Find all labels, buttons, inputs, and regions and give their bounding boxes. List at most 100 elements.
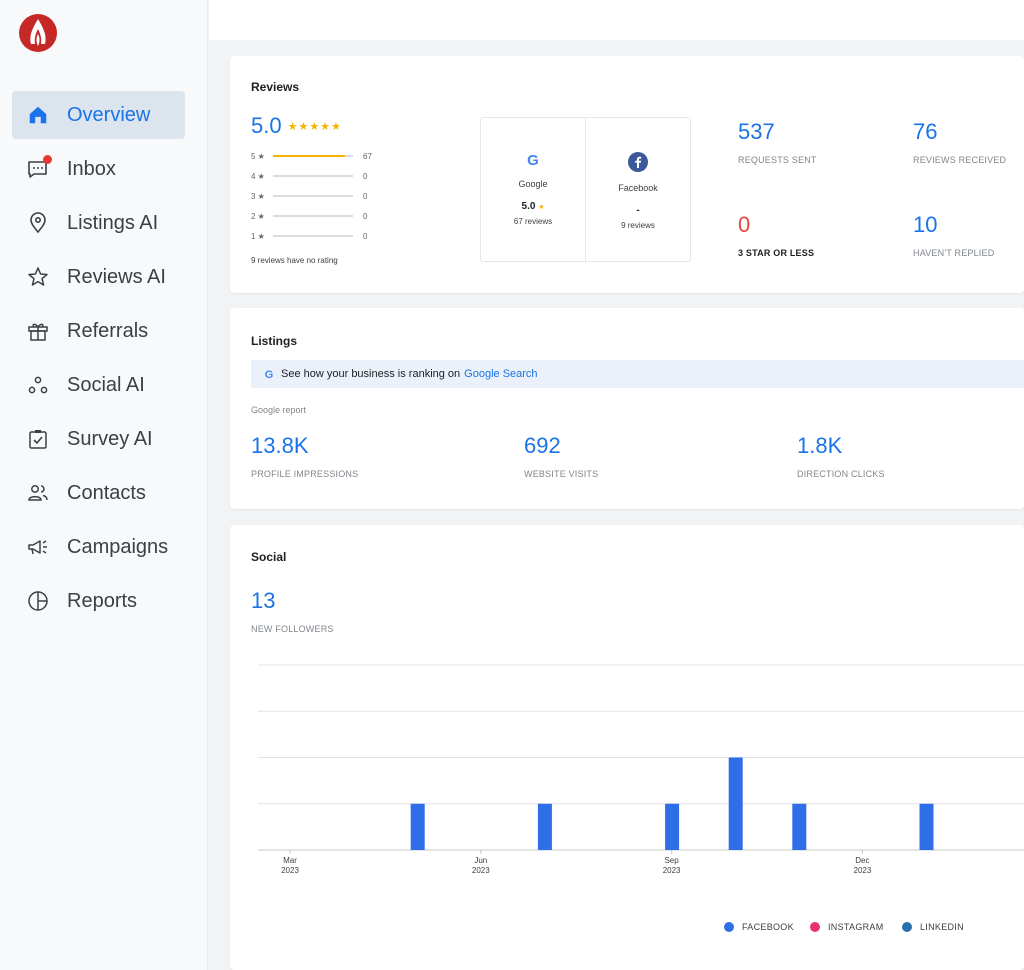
rating-distribution-row: 4 ★ 0: [251, 169, 367, 183]
stat-value: 13.8K: [251, 433, 309, 458]
legend-item-instagram[interactable]: INSTAGRAM: [810, 922, 884, 932]
rating-bar: [273, 215, 353, 217]
source-name: Google: [518, 179, 548, 189]
sidebar-item-contacts[interactable]: Contacts: [12, 469, 185, 517]
top-bar: [209, 0, 1024, 40]
sidebar-item-social-ai[interactable]: Social AI: [12, 361, 185, 409]
svg-text:G: G: [265, 369, 274, 380]
stat-caption: WEBSITE VISITS: [524, 469, 599, 479]
brand-logo[interactable]: [16, 12, 62, 54]
stat-three-star-or-less[interactable]: 0 3 STAR OR LESS: [738, 212, 814, 258]
star-level-label: 3 ★: [251, 191, 265, 201]
sidebar-item-survey-ai[interactable]: Survey AI: [12, 415, 185, 463]
rating-stars: ★★★★★: [287, 120, 342, 133]
chart-x-tick-label: Mar: [283, 856, 297, 865]
sidebar-item-label: Social AI: [67, 373, 145, 396]
stat-havent-replied[interactable]: 10 HAVEN'T REPLIED: [913, 212, 994, 258]
star-level-label: 5 ★: [251, 151, 265, 161]
stat-caption: PROFILE IMPRESSIONS: [251, 469, 359, 479]
rating-count: 0: [363, 191, 368, 201]
rating-count: 0: [363, 231, 368, 241]
sidebar-item-label: Campaigns: [67, 535, 169, 558]
sidebar-item-label: Overview: [67, 103, 151, 126]
average-rating: 5.0 ★★★★★: [251, 113, 342, 139]
source-review-count: 67 reviews: [513, 217, 553, 226]
stat-profile-impressions[interactable]: 13.8K PROFILE IMPRESSIONS: [251, 433, 358, 479]
source-name: Facebook: [618, 183, 658, 193]
rating-bar-fill: [273, 155, 345, 157]
source-review-count: 9 reviews: [621, 221, 655, 230]
legend-item-linkedin[interactable]: LINKEDIN: [902, 922, 964, 932]
rating-bar: [273, 175, 353, 177]
legend-item-facebook[interactable]: FACEBOOK: [724, 922, 794, 932]
google-icon: G: [265, 369, 274, 380]
rating-distribution-row: 1 ★ 0: [251, 229, 367, 243]
legend-label: LINKEDIN: [920, 922, 964, 932]
chart-bar-facebook: [792, 803, 807, 850]
banner-text: See how your business is ranking on: [281, 368, 461, 380]
legend-dot: [810, 922, 820, 932]
source-google[interactable]: G Google 5.0 ★ 67 reviews: [481, 118, 585, 261]
unread-badge: [43, 155, 52, 164]
sidebar-item-overview[interactable]: Overview: [12, 91, 185, 139]
stat-value: 10: [913, 212, 938, 237]
star-level-label: 2 ★: [251, 211, 265, 221]
chart-x-tick-label: 2023: [281, 866, 299, 875]
stat-requests-sent[interactable]: 537 REQUESTS SENT: [738, 119, 817, 165]
gift-icon: [26, 319, 50, 343]
chart-x-tick-label: 2023: [472, 866, 490, 875]
reviews-title: Reviews: [251, 80, 300, 94]
sidebar-item-label: Listings AI: [67, 211, 159, 234]
chart-x-tick-label: Sep: [664, 856, 679, 865]
chart-bar-facebook: [410, 803, 425, 850]
sidebar-item-listings-ai[interactable]: Listings AI: [12, 199, 185, 247]
chart-bar-facebook: [728, 757, 743, 850]
stat-caption: HAVEN'T REPLIED: [913, 248, 995, 258]
sidebar-item-reports[interactable]: Reports: [12, 577, 185, 625]
google-icon: G: [527, 152, 539, 168]
chart-x-tick-label: 2023: [663, 866, 681, 875]
source-rating-star: ★: [538, 204, 545, 211]
chat-icon: [26, 155, 52, 181]
stat-value: 0: [738, 212, 751, 237]
sidebar-item-label: Contacts: [67, 481, 146, 504]
sidebar-item-campaigns[interactable]: Campaigns: [12, 523, 185, 571]
sidebar: Overview Inbox Listings AI Reviews AI Re…: [0, 0, 208, 970]
contacts-icon: [26, 481, 50, 505]
stat-reviews-received[interactable]: 76 REVIEWS RECEIVED: [913, 119, 1006, 165]
facebook-icon: [628, 152, 648, 172]
source-rating-value: -: [636, 205, 640, 216]
sidebar-item-inbox[interactable]: Inbox: [12, 145, 185, 193]
location-pin-icon: [26, 211, 50, 235]
rating-count: 67: [363, 151, 372, 161]
clipboard-check-icon: [26, 427, 50, 451]
source-facebook[interactable]: Facebook - 9 reviews: [585, 118, 690, 261]
stat-direction-clicks[interactable]: 1.8K DIRECTION CLICKS: [797, 433, 885, 479]
sidebar-item-label: Reports: [67, 589, 138, 612]
social-nodes-icon: [26, 373, 50, 397]
source-rating: -: [636, 205, 639, 216]
sidebar-item-label: Reviews AI: [67, 265, 166, 288]
stat-caption: NEW FOLLOWERS: [251, 624, 334, 634]
stat-caption: REQUESTS SENT: [738, 155, 817, 165]
no-rating-note: 9 reviews have no rating: [251, 256, 338, 265]
google-search-link[interactable]: Google Search: [464, 368, 537, 380]
sidebar-item-label: Referrals: [67, 319, 149, 342]
chart-bar-facebook: [919, 803, 934, 850]
legend-label: INSTAGRAM: [828, 922, 884, 932]
chart-x-tick-label: Jun: [474, 856, 487, 865]
svg-text:G: G: [527, 152, 539, 168]
home-icon: [26, 103, 50, 127]
sidebar-item-referrals[interactable]: Referrals: [12, 307, 185, 355]
google-search-banner: G See how your business is ranking on Go…: [251, 360, 1024, 388]
stat-value: 692: [524, 433, 561, 458]
stat-caption: REVIEWS RECEIVED: [913, 155, 1007, 165]
stat-new-followers[interactable]: 13 NEW FOLLOWERS: [251, 588, 334, 634]
sidebar-item-reviews-ai[interactable]: Reviews AI: [12, 253, 185, 301]
chart-x-tick-label: Dec: [855, 856, 869, 865]
rating-count: 0: [363, 211, 368, 221]
sidebar-nav: Overview Inbox Listings AI Reviews AI Re…: [12, 91, 185, 631]
pie-chart-icon: [26, 589, 50, 613]
stat-website-visits[interactable]: 692 WEBSITE VISITS: [524, 433, 598, 479]
stat-value: 13: [251, 588, 276, 613]
